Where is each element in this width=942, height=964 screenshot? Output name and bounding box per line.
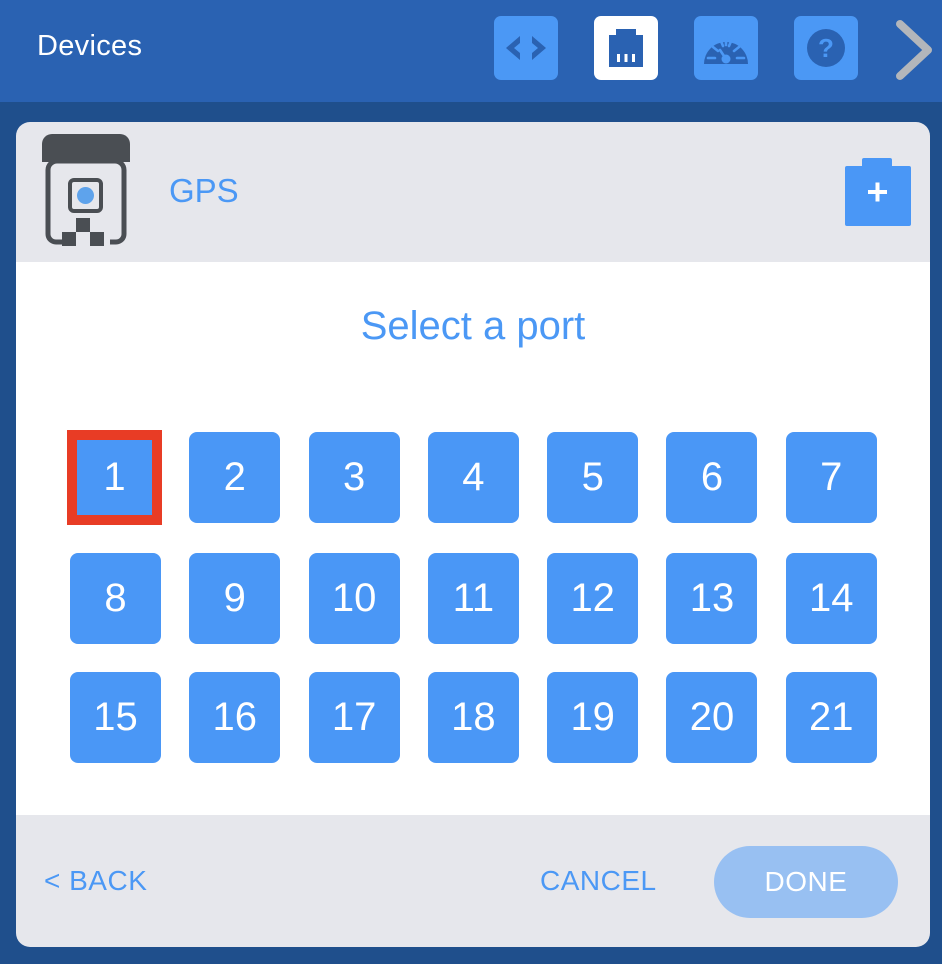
port-button-5[interactable]: 5 [547,432,639,523]
port-button-21[interactable]: 21 [785,672,877,763]
svg-text:?: ? [818,33,834,63]
port-button-14[interactable]: 14 [785,553,877,644]
port-button-19[interactable]: 19 [547,672,639,763]
port-button-11[interactable]: 11 [427,553,519,644]
port-button-7[interactable]: 7 [785,432,877,523]
port-button-3[interactable]: 3 [308,432,400,523]
port-selector: Select a port 1 2 3 4 5 6 7 8 9 10 11 12 13 14 15 16 17 1… [16,262,930,815]
device-header: GPS [16,122,930,262]
dashboard-button[interactable] [694,16,758,80]
port-button-4[interactable]: 4 [427,432,519,523]
port-button-1[interactable]: 1 [67,430,162,525]
help-icon: ? [806,28,846,68]
port-button-9[interactable]: 9 [189,553,281,644]
done-button[interactable]: DONE [714,846,898,918]
port-button-18[interactable]: 18 [427,672,519,763]
port-button-8[interactable]: 8 [70,553,161,644]
port-button-13[interactable]: 13 [666,553,758,644]
device-config-card: GPS Select a port 1 2 3 4 5 6 7 8 9 10 11 12 13 14 15 1… [16,122,930,947]
add-device-icon [845,158,911,230]
port-button-12[interactable]: 12 [547,553,639,644]
port-button-16[interactable]: 16 [189,672,281,763]
top-bar: Devices ? [0,0,942,102]
device-name: GPS [169,172,239,209]
port-grid: 1 2 3 4 5 6 7 8 9 10 11 12 13 14 15 16 17 18 19 20 21 [67,430,877,763]
help-button[interactable]: ? [794,16,858,80]
next-button[interactable] [892,18,936,82]
dashboard-icon [702,28,750,68]
chevron-right-icon [892,20,936,86]
gps-sensor-icon [38,134,134,249]
add-device-button[interactable] [845,158,911,226]
port-button-17[interactable]: 17 [308,672,400,763]
port-button-10[interactable]: 10 [308,553,400,644]
select-port-title: Select a port [360,304,586,348]
cancel-button[interactable]: CANCEL [540,865,657,897]
port-button-2[interactable]: 2 [189,432,281,523]
port-button-15[interactable]: 15 [70,672,161,763]
devices-ports-button[interactable] [594,16,658,80]
code-icon [502,33,550,63]
page-title: Devices [37,30,143,62]
port-button-20[interactable]: 20 [666,672,758,763]
ports-icon [605,27,647,69]
back-button[interactable]: < BACK [44,865,147,897]
card-footer: < BACK CANCEL DONE [16,815,930,947]
port-button-6[interactable]: 6 [666,432,758,523]
code-button[interactable] [494,16,558,80]
